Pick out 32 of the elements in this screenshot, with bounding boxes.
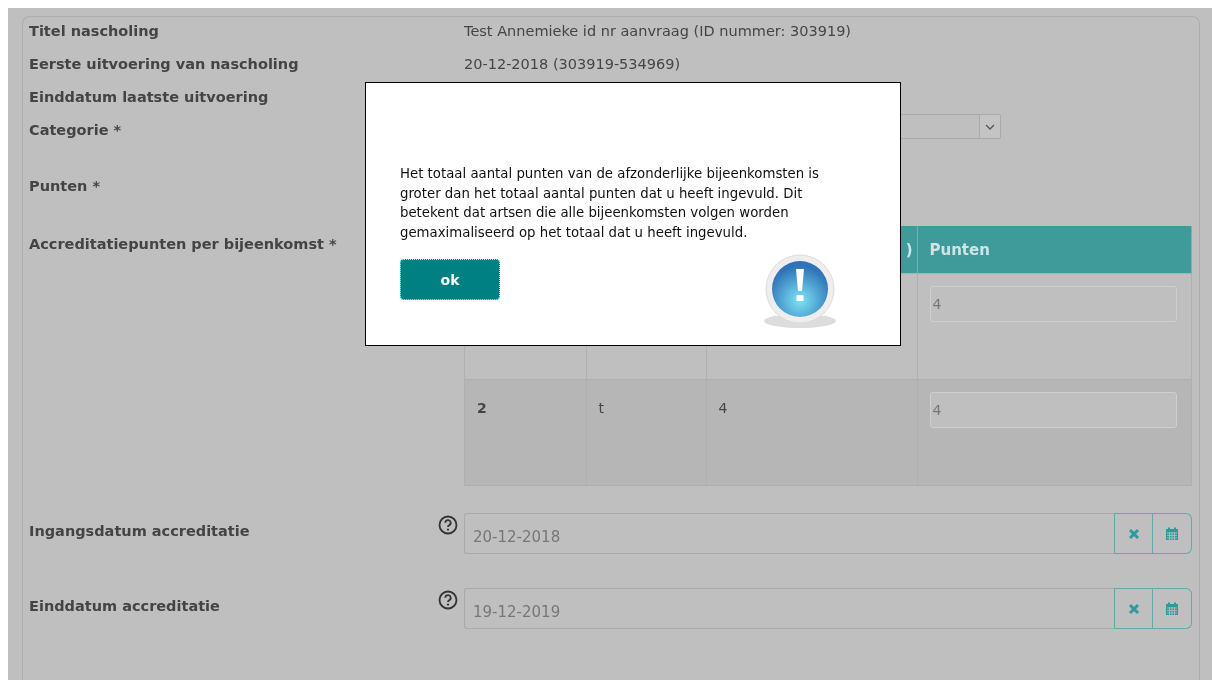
date-input[interactable]: 20-12-2018	[464, 513, 1114, 554]
field-label: Categorie *	[29, 122, 122, 138]
table-cell: 4	[706, 379, 917, 486]
calendar-button[interactable]	[1153, 513, 1192, 554]
calendar-button[interactable]	[1153, 588, 1192, 629]
alert-message: Het totaal aantal punten van de afzonderlijke bijeenkomsten is groter dan het totaal aantal punten dat u heeft ingevuld. Dit betekent dat artsen die alle bijeenkomsten volgen worden gemaximaliseerd op het totaal dat u heeft ingevuld.	[400, 165, 820, 242]
clear-button[interactable]	[1114, 513, 1153, 554]
field-value: 20-12-2018 (303919-534969)	[464, 56, 681, 72]
help-icon[interactable]	[438, 515, 458, 535]
calendar-icon	[1165, 526, 1179, 541]
field-label: Accreditatiepunten per bijeenkomst *	[29, 236, 337, 252]
help-icon[interactable]	[438, 590, 458, 610]
date-input[interactable]: 19-12-2019	[464, 588, 1114, 629]
clear-button[interactable]	[1114, 588, 1153, 629]
field-value: Test Annemieke id nr aanvraag (ID nummer: 303919)	[464, 23, 852, 39]
field-label: Einddatum accreditatie	[29, 598, 220, 614]
exclamation-icon	[762, 253, 838, 329]
calendar-icon	[1165, 601, 1179, 616]
close-icon	[1127, 527, 1140, 540]
column-header: Punten	[917, 226, 1192, 274]
field-label: Eerste uitvoering van nascholing	[29, 56, 299, 72]
close-icon	[1127, 602, 1140, 615]
table-cell: 2	[464, 379, 586, 486]
points-input[interactable]: 4	[929, 392, 1177, 428]
field-label: Titel nascholing	[29, 23, 159, 39]
field-label: Punten *	[29, 178, 100, 194]
field-label: Einddatum laatste uitvoering	[29, 89, 269, 105]
field-label: Ingangsdatum accreditatie	[29, 523, 250, 539]
ok-button[interactable]: ok	[400, 259, 500, 300]
dropdown-chevron-icon[interactable]	[979, 115, 1000, 138]
points-input[interactable]: 4	[929, 286, 1177, 322]
table-cell: t	[586, 379, 706, 486]
